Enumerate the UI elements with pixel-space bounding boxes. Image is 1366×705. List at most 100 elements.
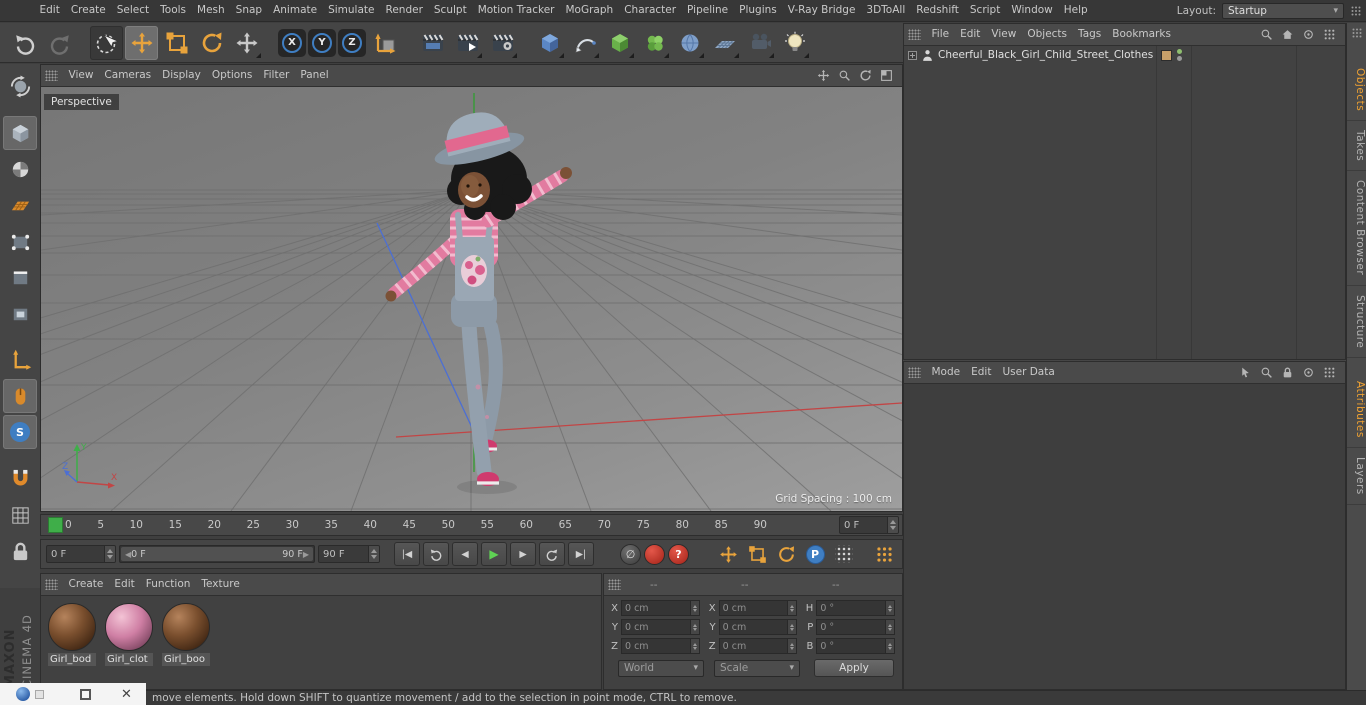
attribute-manager-menu-item[interactable]: Mode <box>926 362 966 383</box>
stepper-icon[interactable] <box>787 620 797 634</box>
menu-item[interactable]: Sculpt <box>428 0 472 21</box>
view-label[interactable]: Perspective <box>44 94 119 110</box>
texture-mode-button[interactable] <box>3 152 37 186</box>
menu-item[interactable]: Plugins <box>734 0 783 21</box>
viewport-menu-item[interactable]: Display <box>157 65 207 86</box>
size-y-field[interactable]: 0 cm <box>718 619 798 635</box>
play-backwards-button[interactable] <box>423 542 449 566</box>
material-preview-sphere[interactable] <box>162 603 210 651</box>
stepper-icon[interactable] <box>787 639 797 653</box>
record-parameter-toggle[interactable]: P <box>802 542 828 566</box>
axis-lock-button[interactable]: Y <box>308 28 336 57</box>
record-rotation-toggle[interactable] <box>773 542 799 566</box>
stepper-icon[interactable] <box>787 601 797 615</box>
axis-lock-button[interactable]: X <box>278 28 306 57</box>
move-tool[interactable] <box>125 25 158 60</box>
record-position-toggle[interactable] <box>715 542 741 566</box>
position-header[interactable]: -- <box>626 579 716 591</box>
make-editable-button[interactable] <box>3 69 37 103</box>
pointer-icon[interactable] <box>1239 366 1252 379</box>
menu-item[interactable]: Help <box>1058 0 1093 21</box>
menu-item[interactable]: Create <box>65 0 111 21</box>
menu-item[interactable]: Pipeline <box>682 0 734 21</box>
panel-grip-icon[interactable] <box>45 70 58 81</box>
viewport-menu-item[interactable]: Options <box>206 65 258 86</box>
scale-tool[interactable] <box>160 26 193 60</box>
menu-item[interactable]: 3DToAll <box>861 0 911 21</box>
camera-move-icon[interactable] <box>817 69 830 82</box>
material-name[interactable]: Girl_clot <box>105 653 153 666</box>
manager-tab[interactable]: Content Browser <box>1347 171 1366 286</box>
play-forwards-button[interactable] <box>539 542 565 566</box>
menu-item[interactable]: MoGraph <box>560 0 619 21</box>
panel-grip-icon[interactable] <box>908 29 921 40</box>
viewport-canvas[interactable]: Perspective Grid Spacing : 100 cm Y X Z <box>41 87 902 511</box>
stepper-icon[interactable] <box>689 639 699 653</box>
add-spline-button[interactable] <box>568 26 601 60</box>
stepper-icon[interactable] <box>104 546 115 562</box>
material-preview-sphere[interactable] <box>105 603 153 651</box>
render-picture-viewer-button[interactable] <box>451 26 484 60</box>
position-y-field[interactable]: 0 cm <box>621 619 700 635</box>
edges-mode-button[interactable] <box>3 260 37 294</box>
coordinate-mode-dropdown[interactable]: World ▾ <box>618 659 704 677</box>
timeline-ruler[interactable]: 0 5 10 15 20 25 30 35 40 45 50 55 60 65 70 75 80 85 90 0 F <box>40 514 903 536</box>
go-to-end-button[interactable]: ▶| <box>568 542 594 566</box>
panel-grid-icon[interactable] <box>1323 366 1336 379</box>
stepper-icon[interactable] <box>368 546 379 562</box>
rotation-h-field[interactable]: 0 ° <box>816 600 895 616</box>
stepper-icon[interactable] <box>884 639 894 653</box>
render-visibility-dot[interactable] <box>1177 56 1182 61</box>
attribute-tab[interactable]: Layers <box>1347 448 1366 505</box>
attribute-content[interactable] <box>904 384 1345 689</box>
panel-grip-icon[interactable] <box>608 579 621 590</box>
add-floor-button[interactable] <box>708 26 741 60</box>
attribute-manager-menu-item[interactable]: Edit <box>966 362 997 383</box>
manager-tab[interactable]: Structure <box>1347 286 1366 358</box>
rotation-header[interactable]: -- <box>808 579 898 591</box>
menu-item[interactable]: Motion Tracker <box>472 0 560 21</box>
close-icon[interactable]: ✕ <box>121 688 132 701</box>
play-button[interactable]: ▶ <box>481 542 507 566</box>
current-frame-field[interactable]: 0 F <box>46 545 116 563</box>
menu-item[interactable]: Mesh <box>192 0 231 21</box>
browser-globe-icon[interactable] <box>16 687 30 701</box>
redo-button[interactable] <box>43 26 76 60</box>
stepper-icon[interactable] <box>884 620 894 634</box>
menu-item[interactable]: Render <box>380 0 428 21</box>
viewport-menu-item[interactable]: Panel <box>295 65 334 86</box>
preview-range-slider[interactable]: ◀ 0 F 90 F ▶ <box>119 545 315 563</box>
record-off-button[interactable]: ∅ <box>620 543 641 565</box>
editor-visibility-dot[interactable] <box>1177 49 1182 54</box>
object-manager-menu-item[interactable]: Bookmarks <box>1107 24 1177 45</box>
menu-item[interactable]: Redshift <box>911 0 965 21</box>
end-frame-field[interactable]: 90 F <box>318 545 380 563</box>
viewport-menu-item[interactable]: Filter <box>258 65 295 86</box>
material-menu-item[interactable]: Texture <box>196 574 245 595</box>
layout-dropdown[interactable]: Startup ▾ <box>1222 2 1344 19</box>
object-manager-menu-item[interactable]: Tags <box>1073 24 1107 45</box>
menu-item[interactable]: Edit <box>34 0 65 21</box>
undo-button[interactable] <box>8 26 41 60</box>
menu-item[interactable]: Snap <box>230 0 267 21</box>
panel-grip-icon[interactable] <box>908 367 921 378</box>
menu-item[interactable]: Window <box>1006 0 1058 21</box>
size-x-field[interactable]: 0 cm <box>718 600 798 616</box>
search-icon[interactable] <box>1260 366 1273 379</box>
render-settings-button[interactable] <box>486 26 519 60</box>
add-volume-button[interactable] <box>673 26 706 60</box>
rotate-tool[interactable] <box>195 26 228 60</box>
position-z-field[interactable]: 0 cm <box>621 638 700 654</box>
grid-snap-button[interactable] <box>3 498 37 532</box>
material-menu-item[interactable]: Create <box>63 574 109 595</box>
last-used-tool[interactable] <box>230 26 263 60</box>
home-icon[interactable] <box>1281 28 1294 41</box>
size-z-field[interactable]: 0 cm <box>718 638 798 654</box>
autokeying-button[interactable]: ? <box>668 543 689 565</box>
capture-region-icon[interactable] <box>80 688 91 700</box>
snap-toggle-button[interactable]: S <box>3 415 37 449</box>
points-mode-button[interactable] <box>3 224 37 258</box>
record-scale-toggle[interactable] <box>744 542 770 566</box>
menu-item[interactable]: V-Ray Bridge <box>782 0 861 21</box>
magnet-snap-button[interactable] <box>3 462 37 496</box>
